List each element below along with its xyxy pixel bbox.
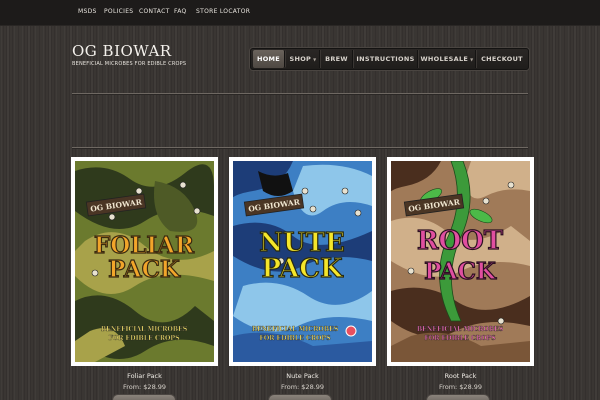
- root-art-tagline2: FOR EDIBLE CROPS: [424, 335, 496, 342]
- nav-item-brew[interactable]: BREW: [321, 50, 353, 68]
- nav-item-instructions[interactable]: INSTRUCTIONS: [354, 50, 418, 68]
- nav-item-home[interactable]: HOME: [253, 50, 285, 68]
- chevron-down-icon: ▼: [470, 56, 474, 62]
- topbar-link-faq[interactable]: FAQ: [174, 8, 187, 15]
- product-image[interactable]: OG BIOWAR FOLIAR PACK BENEFICIAL MICROBE…: [75, 161, 214, 362]
- foliar-art-line1: FOLIAR: [94, 232, 195, 259]
- product-price: From: $28.99: [122, 383, 167, 391]
- nav-item-label: SHOP: [289, 55, 312, 63]
- root-art-line2: PACK: [424, 258, 497, 285]
- root-art-line1: ROOT: [417, 226, 504, 256]
- nav-item-label: CHECKOUT: [481, 55, 523, 63]
- header-divider: [72, 93, 528, 94]
- nav-item-label: HOME: [256, 55, 281, 63]
- product-name[interactable]: Foliar Pack: [71, 372, 218, 380]
- root-art-tagline1: BENEFICIAL MICROBES: [417, 326, 504, 333]
- site-tagline: BENEFICIAL MICROBES FOR EDIBLE CROPS: [72, 61, 187, 67]
- product-name[interactable]: Nute Pack: [229, 372, 376, 380]
- utility-bar: MSDS POLICIES CONTACT FAQ STORE LOCATOR: [0, 0, 600, 26]
- product-card-foliar[interactable]: OG BIOWAR FOLIAR PACK BENEFICIAL MICROBE…: [71, 157, 218, 366]
- product-card-root[interactable]: OG BIOWAR ROOT PACK BENEFICIAL MICROBES …: [387, 157, 534, 366]
- product-image[interactable]: OG BIOWAR NUTE PACK BENEFICIAL MICROBES …: [233, 161, 372, 362]
- product-name[interactable]: Root Pack: [387, 372, 534, 380]
- foliar-pack-artwork: OG BIOWAR FOLIAR PACK BENEFICIAL MICROBE…: [75, 161, 214, 362]
- topbar-link-msds[interactable]: MSDS: [78, 8, 97, 15]
- foliar-art-tagline1: BENEFICIAL MICROBES: [101, 326, 188, 333]
- nav-item-label: BREW: [325, 55, 348, 63]
- main-nav: HOME SHOP ▼ BREW INSTRUCTIONS WHOLESALE …: [250, 48, 529, 70]
- nav-item-wholesale[interactable]: WHOLESALE ▼: [419, 50, 476, 68]
- topbar-link-contact[interactable]: CONTACT: [139, 8, 170, 15]
- content-divider: [72, 147, 528, 148]
- nute-art-tagline2: FOR EDIBLE CROPS: [259, 335, 331, 342]
- nav-item-checkout[interactable]: CHECKOUT: [477, 50, 527, 68]
- topbar-link-store-locator[interactable]: STORE LOCATOR: [196, 8, 250, 15]
- root-pack-artwork: OG BIOWAR ROOT PACK BENEFICIAL MICROBES …: [391, 161, 530, 362]
- product-card-nute[interactable]: OG BIOWAR NUTE PACK BENEFICIAL MICROBES …: [229, 157, 376, 366]
- nute-art-line2: PACK: [261, 254, 344, 284]
- topbar-link-policies[interactable]: POLICIES: [104, 8, 133, 15]
- chevron-down-icon: ▼: [313, 56, 317, 62]
- select-options-button[interactable]: [426, 394, 490, 400]
- select-options-button[interactable]: [268, 394, 332, 400]
- foliar-art-tagline2: FOR EDIBLE CROPS: [108, 335, 180, 342]
- product-price: From: $28.99: [438, 383, 483, 391]
- site-title[interactable]: OG BIOWAR: [72, 42, 172, 60]
- select-options-button[interactable]: [112, 394, 176, 400]
- nav-item-label: WHOLESALE: [420, 55, 469, 63]
- product-image[interactable]: OG BIOWAR ROOT PACK BENEFICIAL MICROBES …: [391, 161, 530, 362]
- nute-art-tagline1: BENEFICIAL MICROBES: [252, 326, 339, 333]
- foliar-art-line2: PACK: [108, 256, 181, 283]
- nute-pack-artwork: OG BIOWAR NUTE PACK BENEFICIAL MICROBES …: [233, 161, 372, 362]
- nav-item-label: INSTRUCTIONS: [356, 55, 415, 63]
- nav-item-shop[interactable]: SHOP ▼: [287, 50, 320, 68]
- product-price: From: $28.99: [280, 383, 325, 391]
